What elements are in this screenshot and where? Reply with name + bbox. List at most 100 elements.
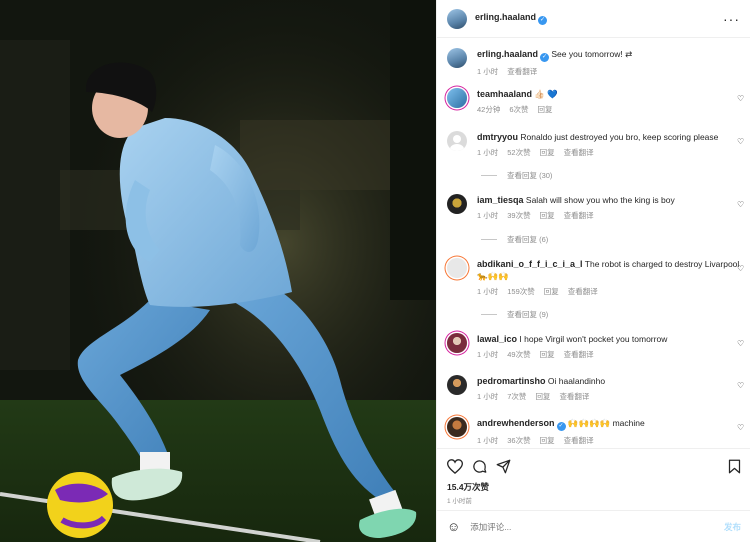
avatar[interactable] — [447, 258, 467, 278]
like-heart-icon[interactable]: ♡ — [737, 137, 745, 146]
comment-username[interactable]: pedromartinsho — [477, 376, 546, 386]
post-time: 1 小时前 — [447, 498, 472, 505]
comment-username[interactable]: iam_tiesqa — [477, 195, 524, 205]
comment-meta: 42分钟 6次赞 回复 — [477, 104, 745, 116]
comment-username[interactable]: andrewhenderson — [477, 418, 555, 428]
caption-text: See you tomorrow! ⇄ — [551, 49, 633, 59]
post-button[interactable]: 发布 — [724, 521, 741, 533]
avatar[interactable] — [447, 333, 467, 353]
caption: erling.haaland ✓ See you tomorrow! ⇄ 1 小时… — [447, 48, 745, 78]
translate-link[interactable]: 查看翻译 — [564, 211, 594, 220]
caption-username[interactable]: erling.haaland — [477, 49, 538, 59]
comment-item: abdikani_o_f_f_i_c_i_a_l The robot is ch… — [447, 258, 745, 298]
comment-item: dmtryyou Ronaldo just destroyed you bro,… — [447, 131, 745, 159]
comment-meta: 1 小时 7次赞 回复 查看翻译 — [477, 391, 745, 403]
verified-badge-icon: ✓ — [556, 422, 566, 431]
like-heart-icon[interactable]: ♡ — [737, 339, 745, 348]
avatar[interactable] — [447, 131, 467, 151]
view-replies-button[interactable]: 查看回复 (6) — [481, 234, 548, 245]
comment-text: I hope Virgil won't pocket you tomorrow — [519, 334, 668, 344]
comment-item: lawal_ico I hope Virgil won't pocket you… — [447, 333, 745, 361]
bookmark-icon[interactable] — [728, 459, 741, 474]
avatar[interactable] — [447, 8, 467, 29]
comment-meta: 1 小时 52次赞 回复 查看翻译 — [477, 147, 745, 159]
like-heart-icon[interactable] — [447, 458, 463, 474]
comment-username[interactable]: dmtryyou — [477, 132, 518, 142]
view-replies-button[interactable]: 查看回复 (30) — [481, 170, 552, 181]
comment-line: teamhaaland 👍🏻 💙 — [477, 88, 745, 100]
add-comment-bar: ☺ 发布 — [437, 510, 750, 542]
header-username-wrap: erling.haaland ✓ — [475, 12, 723, 25]
translate-link[interactable]: 查看翻译 — [568, 287, 598, 296]
avatar[interactable] — [447, 88, 467, 108]
caption-body: erling.haaland ✓ See you tomorrow! ⇄ 1 小时… — [477, 48, 745, 78]
comment-likes[interactable]: 7次赞 — [507, 392, 526, 401]
comment-username[interactable]: teamhaaland — [477, 89, 532, 99]
reply-button[interactable]: 回复 — [540, 148, 555, 157]
comment-body: iam_tiesqa Salah will show you who the k… — [477, 194, 745, 222]
comment-item: andrewhenderson ✓ 🙌🙌🙌🙌 machine 1 小时 36次赞 回复… — [447, 417, 745, 447]
like-heart-icon[interactable]: ♡ — [737, 264, 745, 273]
reply-button[interactable]: 回复 — [540, 436, 555, 445]
translate-link[interactable]: 查看翻译 — [564, 350, 594, 359]
likes-count[interactable]: 15.4万次赞 — [447, 481, 741, 493]
comment-time: 1 小时 — [477, 287, 499, 296]
reply-button[interactable]: 回复 — [540, 211, 555, 220]
comment-body: abdikani_o_f_f_i_c_i_a_l The robot is ch… — [477, 258, 745, 298]
reply-button[interactable]: 回复 — [535, 392, 550, 401]
comment-likes[interactable]: 159次赞 — [507, 287, 535, 296]
comment-text: Salah will show you who the king is boy — [525, 195, 675, 205]
verified-badge-icon: ✓ — [540, 53, 550, 62]
comment-username[interactable]: lawal_ico — [477, 334, 517, 344]
verified-badge-icon: ✓ — [538, 16, 548, 25]
comment-likes[interactable]: 39次赞 — [507, 211, 530, 220]
reply-button[interactable]: 回复 — [540, 350, 555, 359]
avatar[interactable] — [447, 375, 467, 395]
comment-likes[interactable]: 49次赞 — [507, 350, 530, 359]
avatar[interactable] — [447, 194, 467, 214]
view-replies-button[interactable]: 查看回复 (9) — [481, 309, 548, 320]
comment-body: dmtryyou Ronaldo just destroyed you bro,… — [477, 131, 745, 159]
like-heart-icon[interactable]: ♡ — [737, 200, 745, 209]
share-icon[interactable] — [496, 459, 511, 474]
avatar[interactable] — [447, 417, 467, 437]
more-options-icon[interactable]: ··· — [723, 11, 740, 27]
reply-button[interactable]: 回复 — [544, 287, 559, 296]
player-training-image — [0, 0, 436, 542]
translate-link[interactable]: 查看翻译 — [564, 148, 594, 157]
comment-text: Ronaldo just destroyed you bro, keep sco… — [520, 132, 719, 142]
comment-body: andrewhenderson ✓ 🙌🙌🙌🙌 machine 1 小时 36次赞 回复… — [477, 417, 745, 447]
caption-line: erling.haaland ✓ See you tomorrow! ⇄ — [477, 48, 745, 62]
comment-line: andrewhenderson ✓ 🙌🙌🙌🙌 machine — [477, 417, 745, 431]
like-heart-icon[interactable]: ♡ — [737, 423, 745, 432]
comment-input[interactable] — [470, 521, 724, 532]
comment-likes[interactable]: 6次赞 — [509, 105, 528, 114]
emoji-icon[interactable]: ☺ — [447, 519, 460, 534]
like-heart-icon[interactable]: ♡ — [737, 381, 745, 390]
translate-link[interactable]: 查看翻译 — [564, 436, 594, 445]
comment-time: 42分钟 — [477, 105, 501, 114]
post-actions: 15.4万次赞 1 小时前 — [437, 448, 750, 506]
post-side-panel: erling.haaland ✓ ··· erling.haaland ✓ See … — [436, 0, 750, 542]
comment-body: teamhaaland 👍🏻 💙 42分钟 6次赞 回复 — [477, 88, 745, 116]
translate-link[interactable]: 查看翻译 — [507, 67, 537, 76]
header-username[interactable]: erling.haaland — [475, 12, 536, 22]
comment-username[interactable]: abdikani_o_f_f_i_c_i_a_l — [477, 259, 583, 269]
comment-meta: 1 小时 159次赞 回复 查看翻译 — [477, 286, 745, 298]
comment-body: pedromartinsho Oi haalandinho 1 小时 7次赞 回复查… — [477, 375, 745, 403]
avatar[interactable] — [447, 48, 467, 68]
caption-time: 1 小时 — [477, 67, 499, 76]
reply-button[interactable]: 回复 — [538, 105, 553, 114]
comment-line: pedromartinsho Oi haalandinho — [477, 375, 745, 387]
comment-line: abdikani_o_f_f_i_c_i_a_l The robot is ch… — [477, 258, 745, 282]
translate-link[interactable]: 查看翻译 — [559, 392, 589, 401]
comment-time: 1 小时 — [477, 148, 499, 157]
comment-text: Oi haalandinho — [547, 376, 606, 386]
comment-time: 1 小时 — [477, 436, 499, 445]
comment-line: iam_tiesqa Salah will show you who the k… — [477, 194, 745, 206]
comment-text: 👍🏻 💙 — [534, 89, 558, 99]
comment-likes[interactable]: 52次赞 — [507, 148, 530, 157]
comment-likes[interactable]: 36次赞 — [507, 436, 530, 445]
like-heart-icon[interactable]: ♡ — [737, 94, 745, 103]
comment-icon[interactable] — [472, 459, 487, 474]
